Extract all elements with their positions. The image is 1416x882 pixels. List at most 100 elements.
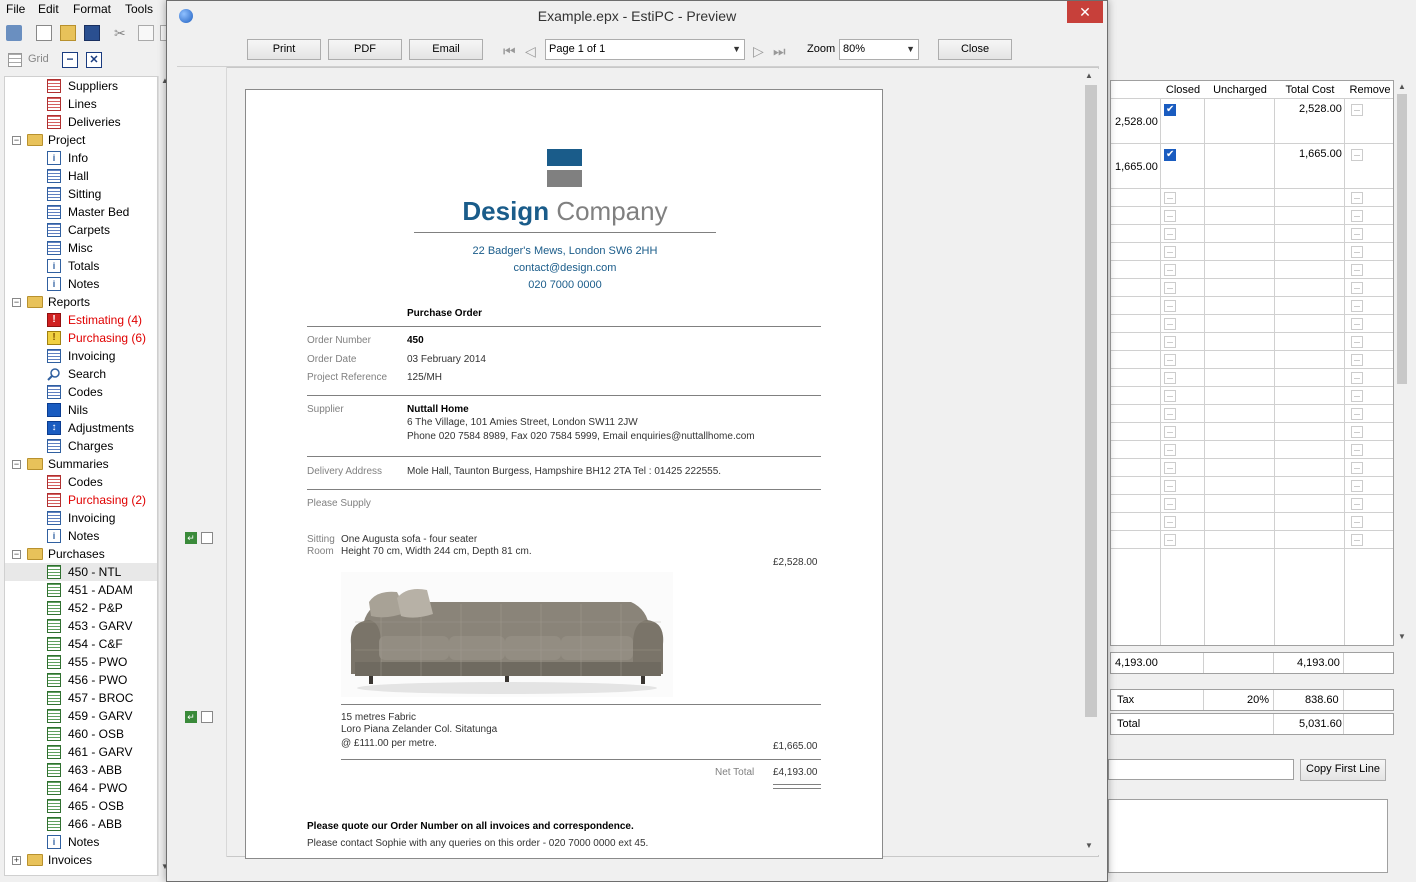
grid-row[interactable] xyxy=(1111,513,1393,531)
tree-item[interactable]: 455 - PWO xyxy=(5,653,157,671)
tree-item[interactable]: Purchasing (2) xyxy=(5,491,157,509)
checkbox[interactable] xyxy=(1351,480,1363,492)
cut-icon[interactable]: ✂ xyxy=(114,25,130,41)
tree-item[interactable]: + Invoices xyxy=(5,851,157,869)
tree-item[interactable]: 453 - GARV xyxy=(5,617,157,635)
grid-row[interactable] xyxy=(1111,189,1393,207)
grid-row[interactable] xyxy=(1111,225,1393,243)
grid-row[interactable] xyxy=(1111,207,1393,225)
checkbox[interactable] xyxy=(1351,408,1363,420)
closed-checkbox[interactable] xyxy=(1164,149,1176,161)
zoom-select[interactable]: 80% ▼ xyxy=(839,39,919,60)
line-checkbox[interactable] xyxy=(201,532,213,544)
menu-tools[interactable]: Tools xyxy=(125,2,153,16)
checkbox[interactable] xyxy=(1164,372,1176,384)
checkbox[interactable] xyxy=(1351,534,1363,546)
checkbox[interactable] xyxy=(1351,210,1363,222)
tree-item[interactable]: 450 - NTL xyxy=(5,563,157,581)
collapse-icon[interactable]: − xyxy=(62,52,78,68)
checkbox[interactable] xyxy=(1164,462,1176,474)
checkbox[interactable] xyxy=(1351,300,1363,312)
header-closed[interactable]: Closed xyxy=(1161,81,1205,99)
header-remove[interactable]: Remove xyxy=(1345,81,1393,99)
tree-item[interactable]: ! Purchasing (6) xyxy=(5,329,157,347)
collapse-tree-icon[interactable]: − xyxy=(12,298,21,307)
grid-row[interactable]: 1,665.00 1,665.00 xyxy=(1111,144,1393,189)
tree-item[interactable]: 465 - OSB xyxy=(5,797,157,815)
window-close-icon[interactable]: ✕ xyxy=(1067,1,1103,23)
checkbox[interactable] xyxy=(1164,354,1176,366)
grid-row[interactable] xyxy=(1111,423,1393,441)
previous-page-icon[interactable]: ◁ xyxy=(525,43,536,60)
grid-row[interactable] xyxy=(1111,243,1393,261)
tree-item[interactable]: 466 - ABB xyxy=(5,815,157,833)
tree-item[interactable]: Deliveries xyxy=(5,113,157,131)
tree-item[interactable]: Invoicing xyxy=(5,347,157,365)
grid-row[interactable] xyxy=(1111,297,1393,315)
tree-item[interactable]: ! Estimating (4) xyxy=(5,311,157,329)
tree-item[interactable]: − Purchases xyxy=(5,545,157,563)
tree-item[interactable]: Master Bed xyxy=(5,203,157,221)
checkbox[interactable] xyxy=(1351,516,1363,528)
tree-item[interactable]: i Notes xyxy=(5,527,157,545)
checkbox[interactable] xyxy=(1164,192,1176,204)
checkbox[interactable] xyxy=(1351,282,1363,294)
grid-row[interactable] xyxy=(1111,333,1393,351)
tree-item[interactable]: Carpets xyxy=(5,221,157,239)
close-button[interactable]: Close xyxy=(938,39,1012,60)
checkbox[interactable] xyxy=(1164,246,1176,258)
checkbox[interactable] xyxy=(1351,104,1363,116)
checkbox[interactable] xyxy=(1164,282,1176,294)
grid-row[interactable] xyxy=(1111,495,1393,513)
save-icon[interactable] xyxy=(84,25,100,41)
page-select[interactable]: Page 1 of 1 ▼ xyxy=(545,39,745,60)
checkbox[interactable] xyxy=(1351,228,1363,240)
tree-item[interactable]: 456 - PWO xyxy=(5,671,157,689)
grid-row[interactable] xyxy=(1111,351,1393,369)
line-return-icon[interactable]: ↵ xyxy=(185,711,197,723)
tree-item[interactable]: i Notes xyxy=(5,833,157,851)
tree-item[interactable]: Misc xyxy=(5,239,157,257)
collapse-tree-icon[interactable]: − xyxy=(12,460,21,469)
grid-toggle[interactable]: Grid xyxy=(28,53,49,65)
tree-item[interactable]: 461 - GARV xyxy=(5,743,157,761)
checkbox[interactable] xyxy=(1164,498,1176,510)
tree-item[interactable]: 460 - OSB xyxy=(5,725,157,743)
grid-row[interactable] xyxy=(1111,531,1393,549)
open-folder-icon[interactable] xyxy=(60,25,76,41)
close-tree-icon[interactable]: ✕ xyxy=(86,52,102,68)
header-uncharged[interactable]: Uncharged xyxy=(1205,81,1275,99)
checkbox[interactable] xyxy=(1164,210,1176,222)
checkbox[interactable] xyxy=(1351,426,1363,438)
tree-item[interactable]: 451 - ADAM xyxy=(5,581,157,599)
checkbox[interactable] xyxy=(1351,318,1363,330)
copy-line-input[interactable] xyxy=(1108,759,1294,780)
notes-textarea[interactable] xyxy=(1108,799,1388,873)
checkbox[interactable] xyxy=(1164,534,1176,546)
grid-row[interactable] xyxy=(1111,459,1393,477)
grid-row[interactable] xyxy=(1111,441,1393,459)
tree-item[interactable]: Suppliers xyxy=(5,77,157,95)
tree-item[interactable]: Sitting xyxy=(5,185,157,203)
preview-scroll-thumb[interactable] xyxy=(1085,85,1097,717)
checkbox[interactable] xyxy=(1351,264,1363,276)
email-button[interactable]: Email xyxy=(409,39,483,60)
tree-item[interactable]: i Totals xyxy=(5,257,157,275)
checkbox[interactable] xyxy=(1164,264,1176,276)
checkbox[interactable] xyxy=(1351,444,1363,456)
expand-icon[interactable]: + xyxy=(12,856,21,865)
tree-item[interactable]: i Info xyxy=(5,149,157,167)
navigate-icon[interactable] xyxy=(6,25,22,41)
tax-rate[interactable]: 20% xyxy=(1247,694,1269,706)
header-total-cost[interactable]: Total Cost xyxy=(1275,81,1345,99)
tree-item[interactable]: − Summaries xyxy=(5,455,157,473)
grid-row[interactable] xyxy=(1111,477,1393,495)
next-page-icon[interactable]: ▷ xyxy=(753,43,764,60)
tree-item[interactable]: Hall xyxy=(5,167,157,185)
tree-item[interactable]: − Project xyxy=(5,131,157,149)
checkbox[interactable] xyxy=(1164,390,1176,402)
tree-item[interactable]: 457 - BROC xyxy=(5,689,157,707)
collapse-tree-icon[interactable]: − xyxy=(12,136,21,145)
tree-item[interactable]: Lines xyxy=(5,95,157,113)
checkbox[interactable] xyxy=(1164,444,1176,456)
